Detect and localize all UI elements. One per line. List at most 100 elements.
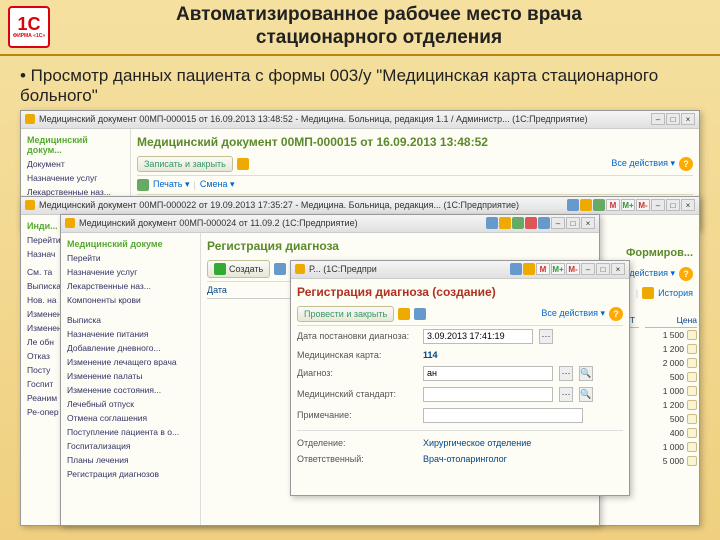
toolbar-icon[interactable] xyxy=(525,217,537,229)
titlebar[interactable]: Медицинский документ 00МП-000024 от 11.0… xyxy=(61,215,599,233)
bullet-text: • Просмотр данных пациента с формы 003/у… xyxy=(0,60,720,110)
sidebar-item[interactable]: Ле обн xyxy=(21,335,60,349)
toolbar-icon[interactable] xyxy=(567,199,579,211)
maximize-button[interactable]: □ xyxy=(666,113,680,125)
sidebar-item[interactable]: Компоненты крови xyxy=(61,293,200,307)
search-button[interactable]: 🔍 xyxy=(579,366,593,381)
m-minus-badge[interactable]: M- xyxy=(636,199,650,211)
close-button[interactable]: × xyxy=(681,113,695,125)
sidebar-item[interactable]: Документ xyxy=(21,157,130,171)
maximize-button[interactable]: □ xyxy=(666,199,680,211)
close-button[interactable]: × xyxy=(681,199,695,211)
sidebar-item[interactable]: Ре-опер xyxy=(21,405,60,419)
sidebar-item[interactable]: Отмена соглашения xyxy=(61,411,200,425)
sidebar-item[interactable]: Посту xyxy=(21,363,60,377)
sidebar-item[interactable]: Выписка xyxy=(21,279,60,293)
row-lookup-icon[interactable] xyxy=(687,344,697,354)
sidebar-item[interactable]: Назначение питания xyxy=(61,327,200,341)
sidebar-item[interactable]: Добавление дневного... xyxy=(61,341,200,355)
sidebar-item[interactable]: Госпитализация xyxy=(61,439,200,453)
sidebar-item[interactable]: Перейти xyxy=(61,251,200,265)
toolbar-icon[interactable] xyxy=(580,199,592,211)
create-button[interactable]: Создать xyxy=(207,260,270,278)
toolbar-icon[interactable] xyxy=(237,158,249,170)
toolbar-icon[interactable] xyxy=(538,217,550,229)
sidebar-item[interactable]: Назначение услуг xyxy=(21,171,130,185)
toolbar-icon[interactable] xyxy=(512,217,524,229)
close-button[interactable]: × xyxy=(611,263,625,275)
smena-link[interactable]: Смена ▾ xyxy=(200,179,235,190)
toolbar-icon[interactable] xyxy=(137,179,149,191)
row-lookup-icon[interactable] xyxy=(687,400,697,410)
toolbar-icon[interactable] xyxy=(510,263,522,275)
maximize-button[interactable]: □ xyxy=(596,263,610,275)
minimize-button[interactable]: – xyxy=(581,263,595,275)
help-icon[interactable]: ? xyxy=(679,157,693,171)
row-lookup-icon[interactable] xyxy=(687,358,697,368)
sidebar-item[interactable]: Изменение палаты xyxy=(61,369,200,383)
all-actions-link[interactable]: Все действия ▾ xyxy=(541,308,605,319)
sidebar-item[interactable]: Назнач xyxy=(21,247,60,261)
notes-input[interactable] xyxy=(423,408,583,423)
toolbar-icon[interactable] xyxy=(414,308,426,320)
toolbar-icon[interactable] xyxy=(593,199,605,211)
sidebar-item[interactable]: Назначение услуг xyxy=(61,265,200,279)
row-lookup-icon[interactable] xyxy=(687,386,697,396)
titlebar[interactable]: Р... (1С:Предпри M M+ M- – □ × xyxy=(291,261,629,279)
sidebar-item[interactable]: Нов. на xyxy=(21,293,60,307)
sidebar-item[interactable]: Изменение состояния... xyxy=(61,383,200,397)
sidebar-item[interactable]: См. та xyxy=(21,265,60,279)
save-close-button[interactable]: Записать и закрыть xyxy=(137,156,233,172)
close-button[interactable]: × xyxy=(581,217,595,229)
sidebar-item[interactable]: Изменение лечащего врача xyxy=(61,355,200,369)
minimize-button[interactable]: – xyxy=(651,113,665,125)
sidebar-item[interactable]: Госпит xyxy=(21,377,60,391)
row-lookup-icon[interactable] xyxy=(687,428,697,438)
toolbar-icon[interactable] xyxy=(274,263,286,275)
sidebar-item[interactable]: Регистрация диагнозов xyxy=(61,467,200,481)
help-icon[interactable]: ? xyxy=(679,267,693,281)
toolbar-icon[interactable] xyxy=(486,217,498,229)
titlebar[interactable]: Медицинский документ 00МП-000015 от 16.0… xyxy=(21,111,699,129)
row-lookup-icon[interactable] xyxy=(687,442,697,452)
sidebar-item[interactable]: Отказ xyxy=(21,349,60,363)
m-badge[interactable]: M xyxy=(606,199,620,211)
sidebar-item[interactable]: Перейти xyxy=(21,233,60,247)
sidebar-item[interactable]: Изменен xyxy=(21,307,60,321)
sidebar-item[interactable]: Лечебный отпуск xyxy=(61,397,200,411)
sidebar-item[interactable]: Изменен xyxy=(21,321,60,335)
row-lookup-icon[interactable] xyxy=(687,330,697,340)
row-lookup-icon[interactable] xyxy=(687,414,697,424)
minimize-button[interactable]: – xyxy=(551,217,565,229)
toolbar-icon[interactable] xyxy=(499,217,511,229)
lookup-button[interactable]: ⋯ xyxy=(559,387,573,402)
lookup-button[interactable]: ⋯ xyxy=(559,366,573,381)
mes-input[interactable] xyxy=(423,387,553,402)
minimize-button[interactable]: – xyxy=(651,199,665,211)
print-link[interactable]: Печать ▾ xyxy=(153,179,190,190)
sidebar-item[interactable]: Выписка xyxy=(61,313,200,327)
titlebar[interactable]: Медицинский документ 00МП-000022 от 19.0… xyxy=(21,197,699,215)
proceed-close-button[interactable]: Провести и закрыть xyxy=(297,306,394,322)
row-lookup-icon[interactable] xyxy=(687,372,697,382)
row-lookup-icon[interactable] xyxy=(687,456,697,466)
toolbar-icon[interactable] xyxy=(398,308,410,320)
sidebar-item[interactable]: Планы лечения xyxy=(61,453,200,467)
sidebar-item[interactable]: Поступление пациента в о... xyxy=(61,425,200,439)
date-input[interactable] xyxy=(423,329,533,344)
m-minus-badge[interactable]: M- xyxy=(566,263,580,275)
search-button[interactable]: 🔍 xyxy=(579,387,593,402)
sidebar-item[interactable]: Реаним xyxy=(21,391,60,405)
toolbar-icon[interactable] xyxy=(523,263,535,275)
diagnosis-input[interactable] xyxy=(423,366,553,381)
sidebar-item[interactable]: Лекарственные наз... xyxy=(61,279,200,293)
m-plus-badge[interactable]: M+ xyxy=(621,199,635,211)
help-icon[interactable]: ? xyxy=(609,307,623,321)
all-actions-link[interactable]: Все действия ▾ xyxy=(611,158,675,169)
maximize-button[interactable]: □ xyxy=(566,217,580,229)
date-picker-button[interactable]: ⋯ xyxy=(539,329,553,344)
m-plus-badge[interactable]: M+ xyxy=(551,263,565,275)
history-icon[interactable] xyxy=(642,287,654,299)
history-link[interactable]: История xyxy=(658,288,693,298)
m-badge[interactable]: M xyxy=(536,263,550,275)
